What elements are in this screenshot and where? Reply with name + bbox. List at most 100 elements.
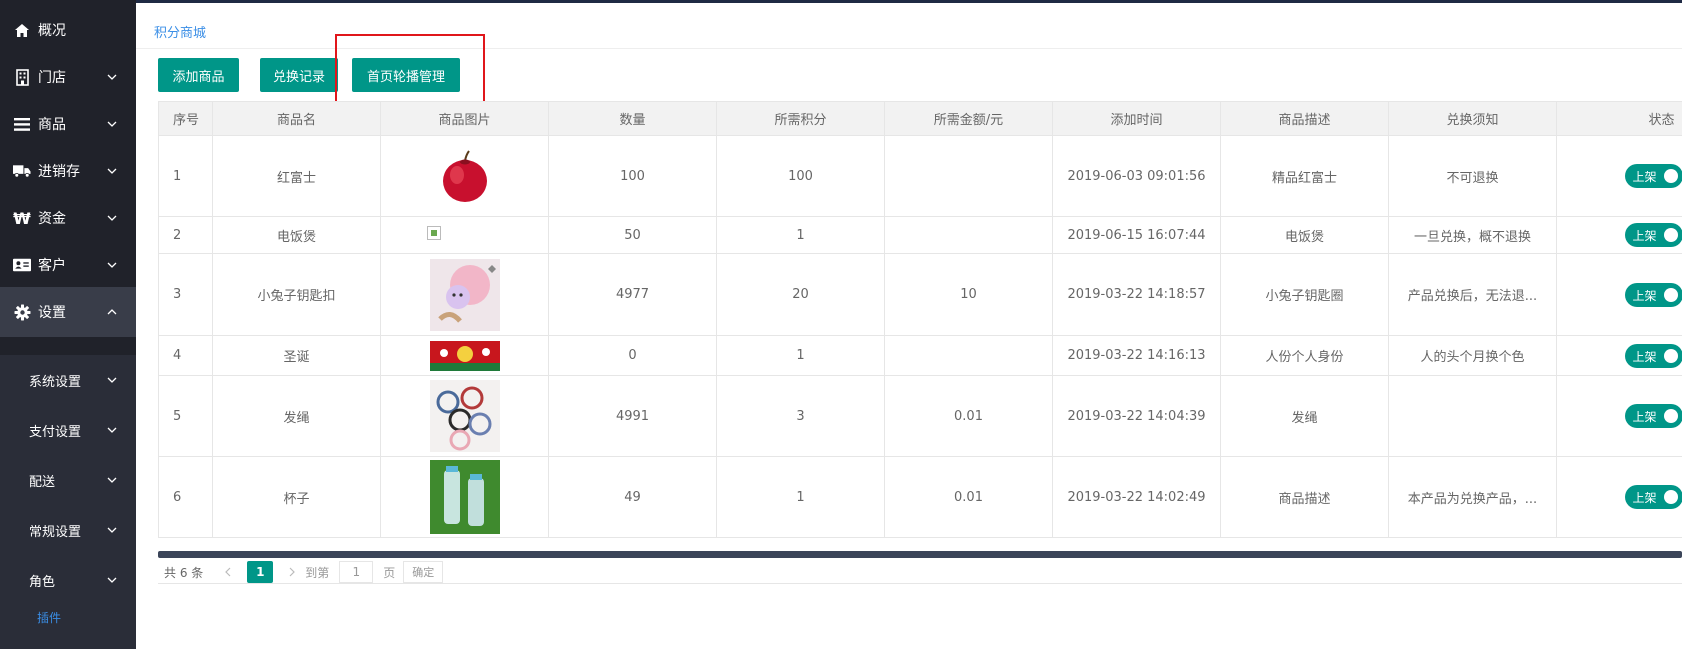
cell-status: 上架 xyxy=(1556,375,1682,457)
sidebar-item-label: 设置 xyxy=(38,305,66,321)
cell-notice: 本产品为兑换产品，... xyxy=(1388,456,1557,538)
cell-description: 发绳 xyxy=(1220,375,1389,457)
status-toggle[interactable]: 上架 xyxy=(1624,485,1682,509)
pagination-page-input[interactable] xyxy=(339,561,374,583)
sidebar-item-inventory[interactable]: 进销存 xyxy=(0,146,136,196)
status-toggle-label: 上架 xyxy=(1632,288,1657,303)
status-toggle[interactable]: 上架 xyxy=(1624,164,1682,188)
list-icon xyxy=(13,115,31,133)
cell-image xyxy=(380,335,549,376)
submenu-item-general-settings[interactable]: 常规设置 xyxy=(0,505,136,555)
status-toggle[interactable]: 上架 xyxy=(1624,223,1682,247)
submenu-item-payment-settings[interactable]: 支付设置 xyxy=(0,405,136,455)
sidebar-item-label: 概况 xyxy=(38,23,66,39)
pagination-current-page[interactable]: 1 xyxy=(247,561,274,583)
cell-description: 商品描述 xyxy=(1220,456,1389,538)
chevron-left-icon[interactable] xyxy=(223,567,233,577)
toggle-knob xyxy=(1663,490,1678,504)
toggle-knob xyxy=(1663,287,1678,302)
chevron-down-icon xyxy=(107,74,117,80)
chevron-right-icon[interactable] xyxy=(287,567,297,577)
submenu-item-roles[interactable]: 角色 xyxy=(0,555,136,605)
chevron-down-icon xyxy=(107,215,117,221)
table-row: 2 电饭煲 50 1 2019-06-15 16:07:44 电饭煲 一旦兑换，… xyxy=(158,216,1682,254)
broken-image-icon[interactable] xyxy=(427,226,441,240)
pagination-total: 共 6 条 xyxy=(164,565,204,580)
toggle-knob xyxy=(1663,228,1678,242)
add-product-button[interactable]: 添加商品 xyxy=(158,58,239,92)
cell-time: 2019-03-22 14:18:57 xyxy=(1052,253,1221,336)
home-icon xyxy=(13,21,31,39)
cell-notice: 一旦兑换，概不退换 xyxy=(1388,216,1557,254)
sidebar-item-settings[interactable]: 设置 xyxy=(0,287,136,337)
sidebar-item-label: 商品 xyxy=(38,117,66,133)
chevron-down-icon xyxy=(107,377,117,383)
submenu-item-delivery[interactable]: 配送 xyxy=(0,455,136,505)
product-image-apple[interactable] xyxy=(439,147,491,205)
sidebar-item-products[interactable]: 商品 xyxy=(0,99,136,149)
cell-status: 上架 xyxy=(1556,216,1682,254)
sidebar: 概况 门店 商品 进销存 ₩ 资金 客户 设置 系统设置 支付设置 配送 常规设… xyxy=(0,0,136,649)
chevron-down-icon xyxy=(107,527,117,533)
cell-name: 杯子 xyxy=(212,456,381,538)
gear-icon xyxy=(13,303,31,321)
sidebar-item-stores[interactable]: 门店 xyxy=(0,52,136,102)
cell-time: 2019-06-15 16:07:44 xyxy=(1052,216,1221,254)
submenu-item-label: 配送 xyxy=(29,474,56,490)
sidebar-item-customers[interactable]: 客户 xyxy=(0,240,136,290)
cell-status: 上架 xyxy=(1556,335,1682,376)
sidebar-item-overview[interactable]: 概况 xyxy=(0,5,136,55)
status-toggle[interactable]: 上架 xyxy=(1624,343,1682,368)
column-header: 状态 xyxy=(1556,101,1682,136)
cell-image xyxy=(380,135,549,217)
column-header: 商品名 xyxy=(212,101,381,136)
status-toggle[interactable]: 上架 xyxy=(1624,282,1682,307)
chevron-down-icon xyxy=(107,121,117,127)
cell-notice xyxy=(1388,375,1557,457)
breadcrumb[interactable]: 积分商城 xyxy=(154,22,206,41)
submenu-item-label: 角色 xyxy=(29,574,56,590)
cell-time: 2019-03-22 14:16:13 xyxy=(1052,335,1221,376)
exchange-records-button[interactable]: 兑换记录 xyxy=(260,58,338,92)
cell-notice: 人的头个月换个色 xyxy=(1388,335,1557,376)
cell-image xyxy=(380,253,549,336)
pagination-divider xyxy=(158,583,1682,584)
cell-points: 100 xyxy=(716,135,885,217)
table-row: 3 小兔子钥匙扣 4977 20 10 2019-03-22 14:18:57 … xyxy=(158,253,1682,336)
product-table: 序号 商品名 商品图片 数量 所需积分 所需金额/元 添加时间 商品描述 兑换须… xyxy=(158,101,1682,551)
submenu-item-label: 常规设置 xyxy=(29,524,82,540)
cell-points: 1 xyxy=(716,456,885,538)
pagination-confirm-button[interactable]: 确定 xyxy=(403,561,444,583)
cell-status: 上架 xyxy=(1556,253,1682,336)
cell-points: 1 xyxy=(716,335,885,376)
product-image-christmas[interactable] xyxy=(429,340,500,371)
toggle-knob xyxy=(1663,409,1678,423)
column-header: 兑换须知 xyxy=(1388,101,1557,136)
table-row: 5 发绳 4991 3 0.01 2019-03-22 14:04:39 发绳 … xyxy=(158,375,1682,457)
cell-amount: 0.01 xyxy=(884,456,1053,538)
cell-image xyxy=(380,216,549,254)
sidebar-item-funds[interactable]: ₩ 资金 xyxy=(0,193,136,243)
submenu-item-plugins[interactable]: 插件 xyxy=(0,599,136,635)
submenu-item-system-settings[interactable]: 系统设置 xyxy=(0,355,136,405)
cell-time: 2019-03-22 14:02:49 xyxy=(1052,456,1221,538)
product-image-keychain[interactable] xyxy=(429,258,500,331)
status-toggle[interactable]: 上架 xyxy=(1624,404,1682,428)
cell-description: 人份个人身份 xyxy=(1220,335,1389,376)
product-image-hairties[interactable] xyxy=(429,380,500,452)
column-header: 数量 xyxy=(548,101,717,136)
cell-amount xyxy=(884,216,1053,254)
cell-name: 发绳 xyxy=(212,375,381,457)
sidebar-item-label: 资金 xyxy=(38,211,66,227)
table-row: 1 红富士 100 100 2019-06-03 09:01:56 精品红富士 … xyxy=(158,135,1682,217)
cell-amount xyxy=(884,135,1053,217)
status-toggle-label: 上架 xyxy=(1632,349,1657,364)
cell-index: 6 xyxy=(158,456,213,538)
status-toggle-label: 上架 xyxy=(1632,170,1657,184)
product-image-cups[interactable] xyxy=(429,460,500,534)
cell-time: 2019-06-03 09:01:56 xyxy=(1052,135,1221,217)
cell-quantity: 100 xyxy=(548,135,717,217)
chevron-up-icon xyxy=(107,309,117,315)
column-header: 所需积分 xyxy=(716,101,885,136)
cell-quantity: 4977 xyxy=(548,253,717,336)
